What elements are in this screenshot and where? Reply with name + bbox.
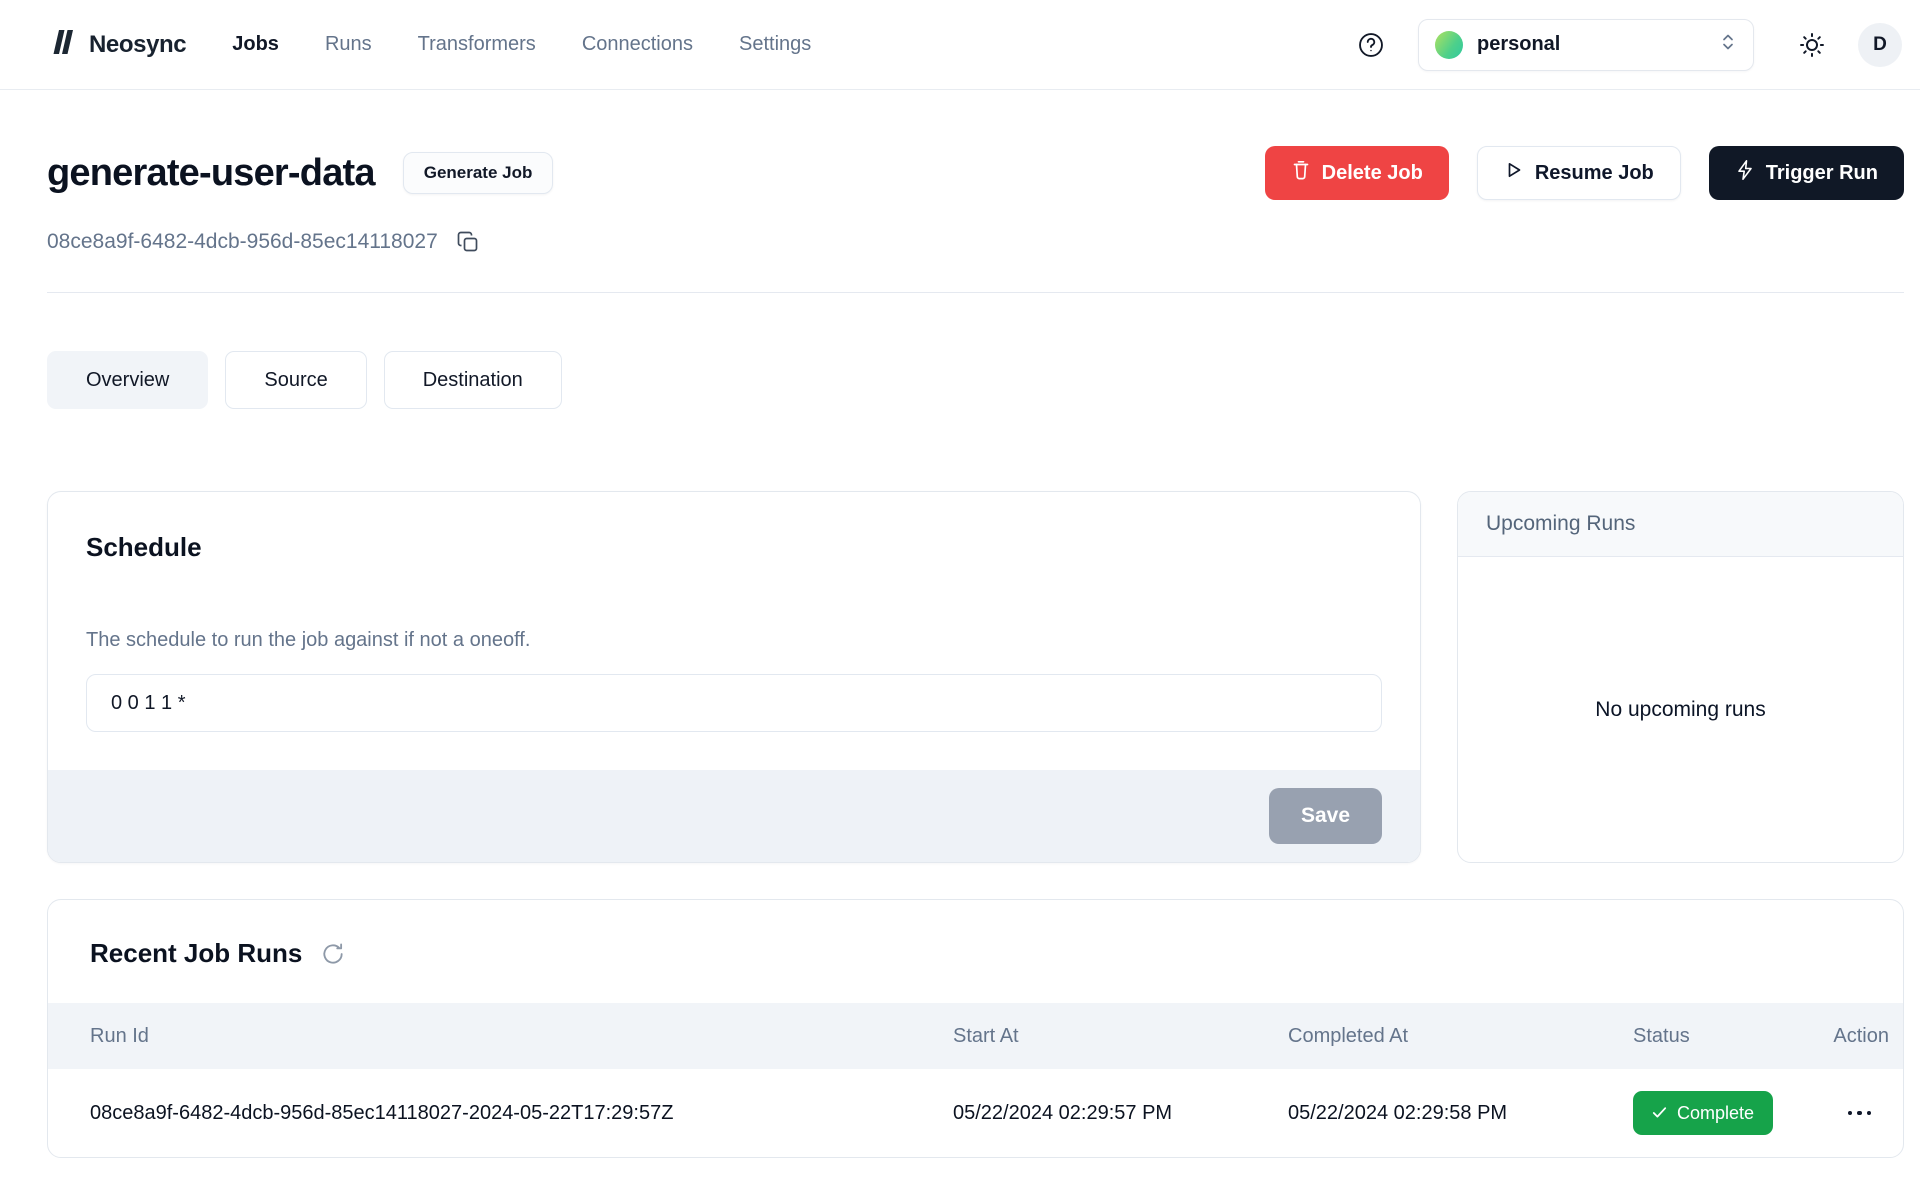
- trigger-run-button[interactable]: Trigger Run: [1709, 146, 1904, 200]
- nav-item-connections[interactable]: Connections: [582, 33, 693, 56]
- nav-item-settings[interactable]: Settings: [739, 33, 811, 56]
- nav-item-runs[interactable]: Runs: [325, 33, 372, 56]
- column-completed-at: Completed At: [1288, 1025, 1633, 1048]
- column-action: Action: [1793, 1025, 1889, 1048]
- column-start-at: Start At: [953, 1025, 1288, 1048]
- page-title: generate-user-data: [47, 152, 375, 195]
- overview-cards: Schedule The schedule to run the job aga…: [47, 491, 1904, 863]
- play-icon: [1504, 160, 1524, 186]
- tab-overview[interactable]: Overview: [47, 351, 208, 409]
- tab-destination[interactable]: Destination: [384, 351, 562, 409]
- brand-name: Neosync: [89, 31, 186, 59]
- account-name: personal: [1477, 33, 1705, 56]
- nav-item-transformers[interactable]: Transformers: [418, 33, 536, 56]
- job-id-row: 08ce8a9f-6482-4dcb-956d-85ec14118027: [47, 230, 1904, 254]
- start-at-cell: 05/22/2024 02:29:57 PM: [953, 1102, 1288, 1125]
- run-id-cell[interactable]: 08ce8a9f-6482-4dcb-956d-85ec14118027-202…: [90, 1102, 953, 1125]
- schedule-card: Schedule The schedule to run the job aga…: [47, 491, 1421, 863]
- status-cell: Complete: [1633, 1091, 1793, 1135]
- schedule-card-body: Schedule The schedule to run the job aga…: [48, 492, 1420, 770]
- status-label: Complete: [1677, 1103, 1754, 1124]
- resume-job-label: Resume Job: [1535, 162, 1654, 185]
- nav-item-jobs[interactable]: Jobs: [232, 33, 279, 56]
- theme-toggle-sun-icon[interactable]: [1798, 31, 1826, 59]
- cron-schedule-input[interactable]: [86, 674, 1382, 732]
- chevron-up-down-icon: [1719, 31, 1737, 58]
- job-tabs: Overview Source Destination: [47, 351, 1904, 409]
- user-avatar-initial: D: [1873, 34, 1887, 56]
- runs-table-header: Run Id Start At Completed At Status Acti…: [48, 1003, 1903, 1069]
- schedule-title: Schedule: [86, 532, 1382, 563]
- table-row[interactable]: 08ce8a9f-6482-4dcb-956d-85ec14118027-202…: [48, 1069, 1903, 1157]
- account-avatar-icon: [1435, 31, 1463, 59]
- lightning-icon: [1735, 159, 1755, 187]
- recent-job-runs-header: Recent Job Runs: [48, 900, 1903, 1003]
- brand[interactable]: Neosync: [47, 27, 186, 62]
- job-type-badge: Generate Job: [403, 152, 554, 194]
- trigger-run-label: Trigger Run: [1766, 162, 1878, 185]
- header-divider: [47, 292, 1904, 293]
- schedule-card-footer: Save: [48, 770, 1420, 862]
- column-status: Status: [1633, 1025, 1793, 1048]
- upcoming-runs-title: Upcoming Runs: [1458, 492, 1903, 557]
- page-content: generate-user-data Generate Job Delete J…: [0, 146, 1920, 1158]
- copy-icon[interactable]: [456, 230, 480, 254]
- check-icon: [1652, 1103, 1667, 1124]
- recent-job-runs-title: Recent Job Runs: [90, 938, 302, 969]
- save-button[interactable]: Save: [1269, 788, 1382, 844]
- job-id: 08ce8a9f-6482-4dcb-956d-85ec14118027: [47, 230, 438, 254]
- resume-job-button[interactable]: Resume Job: [1477, 146, 1681, 200]
- tab-source[interactable]: Source: [225, 351, 366, 409]
- refresh-icon[interactable]: [320, 941, 346, 967]
- recent-job-runs-card: Recent Job Runs Run Id Start At Complete…: [47, 899, 1904, 1158]
- user-avatar[interactable]: D: [1858, 23, 1902, 67]
- upcoming-runs-card: Upcoming Runs No upcoming runs: [1457, 491, 1904, 863]
- column-run-id: Run Id: [90, 1025, 953, 1048]
- trash-icon: [1291, 159, 1311, 187]
- delete-job-label: Delete Job: [1322, 162, 1423, 185]
- page-header: generate-user-data Generate Job Delete J…: [47, 146, 1904, 200]
- upcoming-runs-empty-state: No upcoming runs: [1458, 557, 1903, 862]
- top-navigation-bar: Neosync Jobs Runs Transformers Connectio…: [0, 0, 1920, 90]
- account-selector[interactable]: personal: [1418, 19, 1754, 71]
- help-icon[interactable]: [1356, 30, 1386, 60]
- completed-at-cell: 05/22/2024 02:29:58 PM: [1288, 1102, 1633, 1125]
- neosync-logo-icon: [47, 27, 77, 62]
- header-actions: Delete Job Resume Job Trigger Run: [1265, 146, 1904, 200]
- row-actions-menu-icon[interactable]: [1793, 1111, 1889, 1116]
- delete-job-button[interactable]: Delete Job: [1265, 146, 1449, 200]
- nav-links: Jobs Runs Transformers Connections Setti…: [232, 33, 811, 56]
- status-badge: Complete: [1633, 1091, 1773, 1135]
- schedule-description: The schedule to run the job against if n…: [86, 629, 1382, 652]
